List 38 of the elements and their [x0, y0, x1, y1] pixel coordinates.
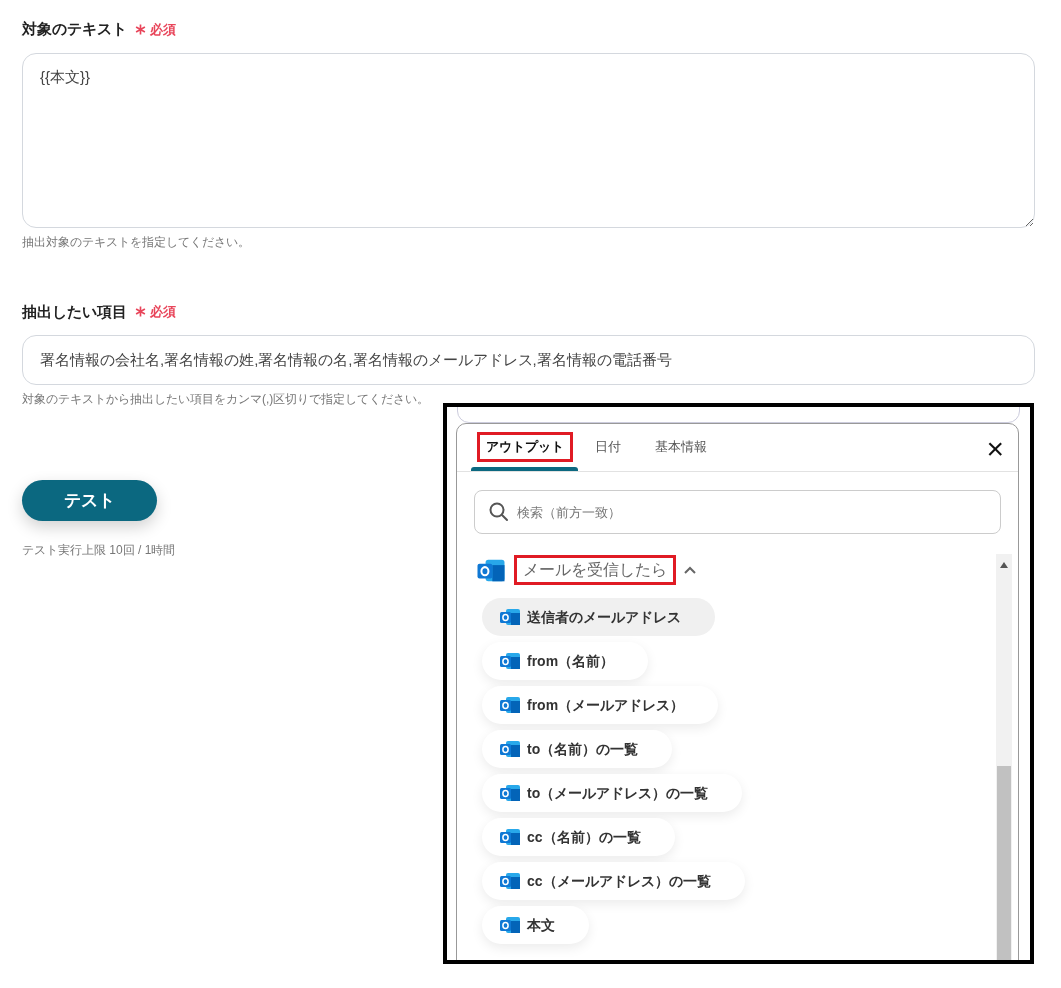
scrollbar-thumb[interactable]	[997, 766, 1011, 960]
required-label: 必須	[150, 303, 176, 321]
asterisk-icon	[135, 306, 146, 318]
scrollbar[interactable]	[996, 554, 1012, 960]
close-button[interactable]: ×	[986, 434, 1004, 464]
outlook-icon	[499, 651, 521, 671]
group-title[interactable]: メールを受信したら	[514, 555, 676, 585]
tab[interactable]: 日付	[582, 423, 634, 471]
outlook-icon	[499, 739, 521, 759]
output-item[interactable]: from（メールアドレス）	[482, 686, 719, 724]
search-field[interactable]: 検索（前方一致）	[474, 490, 1001, 534]
test-limit-text: テスト実行上限 10回 / 1時間	[22, 542, 176, 559]
help-text: 抽出対象のテキストを指定してください。	[22, 233, 250, 251]
help-text: 対象のテキストから抽出したい項目をカンマ(,)区切りで指定してください。	[22, 391, 430, 408]
outlook-icon	[499, 827, 521, 847]
asterisk-icon	[135, 23, 146, 35]
outlook-icon	[499, 871, 521, 891]
outlook-icon	[499, 783, 521, 803]
output-item[interactable]: to（メールアドレス）の一覧	[482, 774, 743, 812]
output-item[interactable]: cc（メールアドレス）の一覧	[482, 862, 745, 900]
field-label: 対象のテキスト	[22, 19, 127, 39]
input-field[interactable]: 署名情報の会社名,署名情報の姓,署名情報の名,署名情報のメールアドレス,署名情報の電話番号	[22, 335, 1035, 385]
required-label: 必須	[150, 20, 176, 39]
output-item[interactable]: from（名前）	[482, 642, 649, 680]
outlook-icon	[499, 607, 521, 627]
test-button[interactable]: テスト	[22, 480, 157, 521]
output-item[interactable]: cc（名前）の一覧	[482, 818, 675, 856]
field-label: 抽出したい項目	[22, 301, 127, 322]
output-item[interactable]: 本文	[482, 906, 589, 944]
outlook-icon	[499, 915, 521, 935]
search-icon	[489, 502, 509, 522]
output-item[interactable]: 送信者のメールアドレス	[482, 598, 715, 636]
scroll-up-icon[interactable]	[1000, 562, 1008, 568]
text-area[interactable]: {{本文}}	[22, 52, 1035, 228]
outlook-icon	[499, 695, 521, 715]
tab[interactable]: 基本情報	[642, 423, 720, 471]
caret-icon[interactable]	[684, 566, 696, 574]
output-item[interactable]: to（名前）の一覧	[482, 730, 673, 768]
